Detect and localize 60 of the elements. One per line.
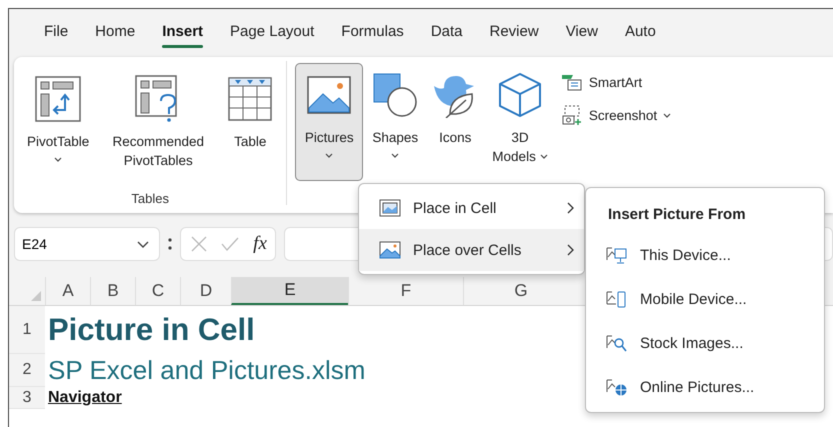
cell-text: SP Excel and Pictures.xlsm (47, 354, 366, 387)
column-header[interactable]: E (231, 277, 348, 305)
check-icon (221, 237, 240, 251)
ribbon-tab[interactable]: Data (422, 18, 472, 48)
phone-icon (606, 289, 628, 309)
shapes-icon (372, 72, 418, 118)
ribbon-button[interactable]: Pictures (295, 63, 364, 181)
column-header[interactable]: G (463, 277, 578, 305)
chevron-right-icon (567, 202, 574, 214)
chevron-down-icon (137, 240, 150, 248)
submenu-title: Insert Picture From (607, 205, 747, 225)
menu-item[interactable]: Place in Cell (359, 187, 584, 229)
ribbon-tab[interactable]: Formulas (332, 18, 413, 48)
column-header[interactable]: C (135, 277, 180, 305)
ribbon-button[interactable]: Icons (427, 63, 484, 181)
menu-item[interactable]: Place over Cells (359, 229, 584, 271)
menu-item[interactable]: Mobile Device... (586, 277, 824, 321)
row-header[interactable]: 2 (9, 354, 45, 387)
ribbon-button[interactable]: PivotTable (22, 67, 94, 185)
search-icon (606, 333, 628, 353)
group-label: Tables (130, 190, 170, 208)
smartart-icon (560, 73, 583, 91)
cancel-icon (191, 236, 208, 252)
image-icon (379, 241, 401, 259)
computer-icon (606, 245, 628, 265)
ribbon-tab[interactable]: Auto (616, 18, 665, 48)
menu-item[interactable]: Stock Images... (586, 321, 824, 365)
cell-text: Picture in Cell (47, 311, 255, 349)
image-icon (379, 199, 401, 217)
name-box[interactable]: E24 (14, 227, 160, 261)
ribbon-tab[interactable]: Page Layout (221, 18, 324, 48)
ribbon-tab[interactable]: Insert (153, 18, 212, 48)
menu-item[interactable]: Online Pictures... (586, 365, 824, 409)
row-header[interactable]: 1 (9, 306, 45, 354)
menu-item[interactable]: This Device... (586, 233, 824, 277)
chevron-right-icon (567, 244, 574, 256)
ribbon-button[interactable]: Screenshot (560, 105, 672, 125)
globe-icon (606, 377, 628, 397)
ribbon-tab[interactable]: View (556, 18, 607, 48)
cube-icon (497, 72, 544, 118)
column-header[interactable]: B (90, 277, 135, 305)
select-all-icon (31, 291, 41, 301)
ribbon-tab[interactable]: Home (86, 18, 144, 48)
screenshot-icon (560, 105, 583, 125)
table-icon (227, 76, 274, 122)
row-header[interactable]: 3 (9, 387, 45, 409)
ribbon-button[interactable]: 3D Models (487, 63, 553, 181)
pivot-table-icon (35, 76, 82, 122)
ribbon-button[interactable]: Recommended PivotTables (98, 67, 218, 185)
insert-function-button[interactable]: fx (253, 233, 267, 255)
column-header[interactable]: A (45, 277, 90, 305)
more-icon (168, 237, 172, 251)
ribbon-button[interactable]: SmartArt (560, 73, 672, 91)
image-icon (307, 76, 352, 114)
ribbon-button[interactable]: Shapes (367, 63, 424, 181)
ribbon-button[interactable]: Table (222, 67, 278, 185)
ribbon-tab[interactable]: File (35, 18, 78, 48)
column-header[interactable]: F (348, 277, 463, 305)
cell-text: Navigator (47, 388, 122, 408)
ribbon-tab[interactable]: Review (480, 18, 548, 48)
